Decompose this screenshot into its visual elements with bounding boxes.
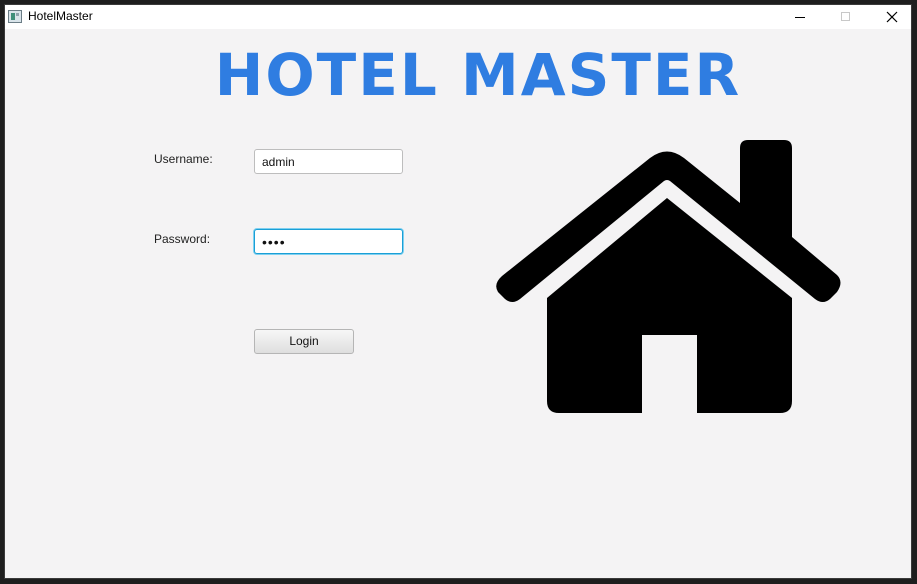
close-button[interactable] [869, 5, 911, 29]
home-icon [496, 140, 841, 413]
app-icon [8, 10, 22, 23]
window-title: HotelMaster [28, 9, 93, 23]
login-button[interactable]: Login [254, 329, 354, 354]
username-label: Username: [154, 152, 213, 166]
maximize-button[interactable] [823, 5, 869, 29]
app-heading: HOTEL MASTER [214, 41, 742, 109]
title-bar[interactable]: HotelMaster [5, 5, 911, 29]
close-icon [886, 11, 898, 23]
password-input[interactable] [254, 229, 403, 254]
minimize-button[interactable] [777, 5, 823, 29]
app-window: HotelMaster HOTEL MASTER Username: Passw… [4, 4, 912, 579]
username-input[interactable] [254, 149, 403, 174]
password-label: Password: [154, 232, 211, 246]
